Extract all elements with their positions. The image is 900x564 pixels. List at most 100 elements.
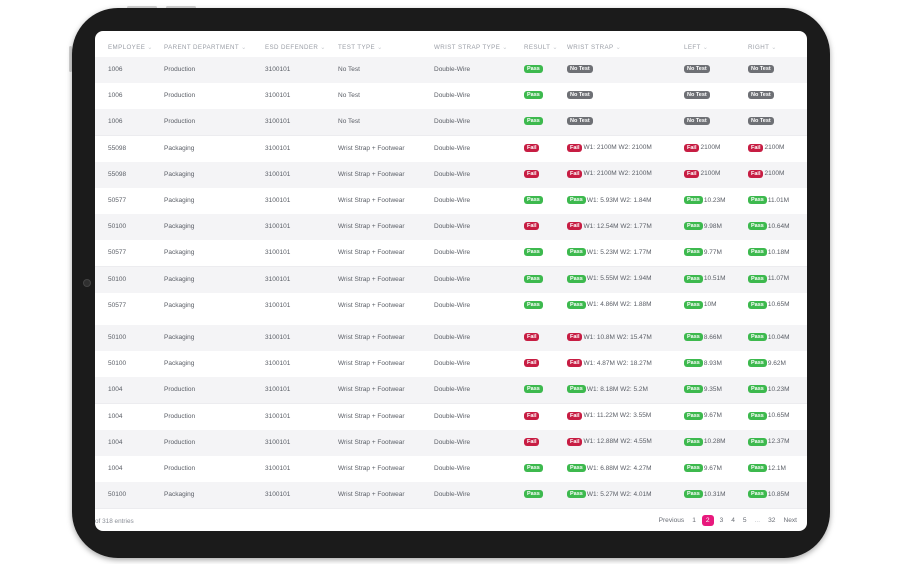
column-header-label: RIGHT — [748, 44, 770, 51]
test-type-cell: Wrist Strap + Footwear — [338, 170, 405, 178]
measurement-value: 10.65M — [767, 412, 790, 420]
wrist-strap-cell: Pass W1: 5.55M W2: 1.94M — [567, 274, 652, 283]
sort-icon[interactable]: ⌄ — [703, 44, 709, 51]
sort-icon[interactable]: ⌄ — [502, 44, 508, 51]
measurement-value: 10.18M — [767, 248, 790, 256]
page-3-button[interactable]: 3 — [720, 517, 724, 524]
esd-defender-cell: 3100101 — [265, 118, 291, 126]
status-badge: Pass — [684, 274, 703, 283]
page-2-button[interactable]: 2 — [701, 515, 714, 526]
column-header-dept[interactable]: PARENT DEPARTMENT ⌄ — [164, 44, 247, 51]
department-cell: Packaging — [164, 197, 195, 204]
table-row[interactable]: 1004 Production 3100101 Wrist Strap + Footw… — [95, 403, 807, 431]
result-cell: Pass — [524, 196, 543, 204]
test-type-cell: No Test — [338, 118, 360, 126]
column-header-label: WRIST STRAP — [567, 44, 614, 51]
table-row[interactable]: 1004 Production 3100101 Wrist Strap + Footw… — [95, 429, 807, 457]
left-cell: Pass 9.98M — [684, 222, 722, 231]
status-badge: Pass — [684, 333, 703, 341]
table-row[interactable]: 50100 Packaging 3100101 Wrist Strap + Footw… — [95, 214, 807, 242]
measurement-value: 2100M — [764, 170, 785, 178]
test-type-cell: Wrist Strap + Footwear — [338, 301, 405, 309]
column-header-defender[interactable]: ESD DEFENDER ⌄ — [265, 44, 326, 51]
next-page-button[interactable]: Next — [783, 517, 797, 524]
sort-icon[interactable]: ⌄ — [320, 44, 326, 51]
status-badge: Pass — [684, 300, 703, 309]
column-header-right[interactable]: RIGHT ⌄ — [748, 44, 777, 51]
department-cell: Packaging — [164, 334, 195, 341]
esd-defender-cell: 3100101 — [265, 386, 291, 394]
esd-defender-cell: 3100101 — [265, 438, 291, 446]
column-header-test-type[interactable]: TEST TYPE ⌄ — [338, 44, 383, 51]
measurement-value: 10.64M — [767, 222, 790, 230]
measurement-value: W1: 8.18M W2: 5.2M — [586, 385, 648, 393]
measurement-value: 9.62M — [767, 359, 786, 367]
table-row[interactable]: 1004 Production 3100101 Wrist Strap + Footw… — [95, 456, 807, 483]
status-badge: Pass — [748, 196, 767, 204]
department-cell: Production — [164, 386, 196, 394]
department-cell: Production — [164, 412, 196, 420]
table-row[interactable]: 1006 Production 3100101 No Test Double-Wire P… — [95, 109, 807, 137]
employee-cell: 50100 — [108, 275, 127, 283]
strap-type-cell: Double-Wire — [434, 301, 471, 309]
wrist-strap-cell: Fail W1: 12.88M W2: 4.55M — [567, 437, 652, 446]
measurement-value: 10.23M — [703, 196, 726, 204]
sort-icon[interactable]: ⌄ — [771, 44, 777, 51]
left-cell: Pass 10.23M — [684, 196, 726, 204]
table-row[interactable]: 55098 Packaging 3100101 Wrist Strap + Footw… — [95, 135, 807, 163]
strap-type-cell: Double-Wire — [434, 223, 471, 231]
right-cell: Pass 12.1M — [748, 464, 786, 472]
page-5-button[interactable]: 5 — [743, 517, 747, 524]
table-row[interactable]: 1006 Production 3100101 No Test Double-Wire P… — [95, 57, 807, 84]
table-row[interactable]: 50100 Packaging 3100101 Wrist Strap + Footw… — [95, 325, 807, 352]
right-cell: Pass 12.37M — [748, 437, 790, 446]
sort-icon[interactable]: ⌄ — [241, 44, 247, 51]
right-cell: Pass 10.23M — [748, 385, 790, 394]
previous-page-button[interactable]: Previous — [659, 517, 685, 524]
column-header-left[interactable]: LEFT ⌄ — [684, 44, 708, 51]
left-cell: Pass 9.67M — [684, 464, 722, 472]
column-header-wrist[interactable]: WRIST STRAP ⌄ — [567, 44, 621, 51]
measurement-value: 12.1M — [767, 464, 786, 472]
status-badge: Pass — [748, 490, 767, 499]
sort-icon[interactable]: ⌄ — [616, 44, 622, 51]
sort-icon[interactable]: ⌄ — [377, 44, 383, 51]
test-type-cell: Wrist Strap + Footwear — [338, 412, 405, 420]
page-32-button[interactable]: 32 — [768, 517, 775, 524]
column-header-strap-type[interactable]: WRIST STRAP TYPE ⌄ — [434, 44, 508, 51]
measurement-value: 11.01M — [767, 196, 790, 204]
page-4-button[interactable]: 4 — [731, 517, 735, 524]
table-row[interactable]: 55098 Packaging 3100101 Wrist Strap + Footw… — [95, 161, 807, 189]
status-badge: No Test — [748, 65, 774, 73]
esd-defender-cell: 3100101 — [265, 334, 291, 341]
status-badge: Pass — [524, 464, 543, 472]
result-cell: Pass — [524, 490, 543, 499]
test-type-cell: No Test — [338, 92, 360, 100]
test-type-cell: Wrist Strap + Footwear — [338, 438, 405, 446]
table-row[interactable]: 1004 Production 3100101 Wrist Strap + Footw… — [95, 377, 807, 405]
measurement-value: W1: 12.88M W2: 4.55M — [583, 438, 652, 446]
test-type-cell: Wrist Strap + Footwear — [338, 275, 405, 283]
measurement-value: 2100M — [764, 144, 785, 152]
table-row[interactable]: 50100 Packaging 3100101 Wrist Strap + Footw… — [95, 482, 807, 510]
right-cell: Pass 11.07M — [748, 274, 789, 283]
sort-icon[interactable]: ⌄ — [552, 44, 558, 51]
employee-cell: 1004 — [108, 386, 123, 394]
column-header-employee[interactable]: EMPLOYEE ⌄ — [108, 44, 153, 51]
table-row[interactable]: 50577 Packaging 3100101 Wrist Strap + Footw… — [95, 240, 807, 268]
table-row[interactable]: 50100 Packaging 3100101 Wrist Strap + Footw… — [95, 351, 807, 379]
table-row[interactable]: 50100 Packaging 3100101 Wrist Strap + Footw… — [95, 266, 807, 294]
measurement-value: 9.67M — [703, 412, 722, 420]
table-row[interactable]: 1006 Production 3100101 No Test Double-Wire P… — [95, 83, 807, 111]
wrist-strap-cell: Pass W1: 5.23M W2: 1.77M — [567, 248, 652, 257]
esd-defender-cell: 3100101 — [265, 412, 291, 420]
sort-icon[interactable]: ⌄ — [147, 44, 153, 51]
strap-type-cell: Double-Wire — [434, 334, 471, 341]
table-row[interactable]: 50577 Packaging 3100101 Wrist Strap + Footw… — [95, 188, 807, 215]
left-cell: Pass 10.31M — [684, 490, 726, 499]
esd-defender-cell: 3100101 — [265, 249, 291, 257]
table-row[interactable]: 50577 Packaging 3100101 Wrist Strap + Footw… — [95, 292, 807, 320]
column-header-result[interactable]: RESULT ⌄ — [524, 44, 558, 51]
strap-type-cell: Double-Wire — [434, 386, 471, 394]
page-1-button[interactable]: 1 — [692, 517, 696, 524]
